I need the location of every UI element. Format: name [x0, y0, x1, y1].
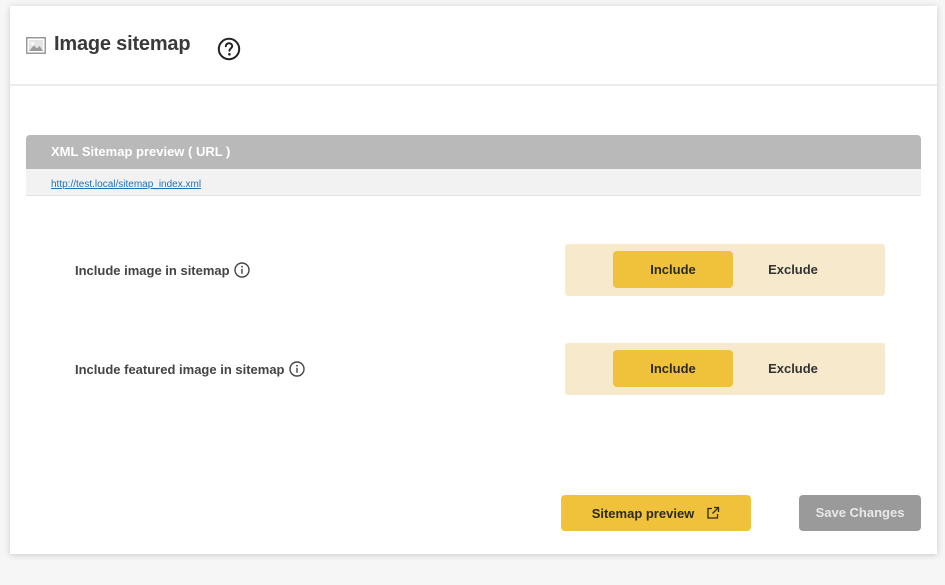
exclude-option[interactable]: Exclude — [733, 251, 853, 288]
setting-label-text: Include image in sitemap — [75, 262, 230, 278]
setting-include-featured-image: Include featured image in sitemap Includ… — [10, 343, 937, 395]
include-exclude-toggle: Include Exclude — [565, 343, 885, 395]
setting-label-text: Include featured image in sitemap — [75, 361, 285, 377]
sitemap-preview-label: Sitemap preview — [591, 505, 695, 521]
sitemap-preview-box: XML Sitemap preview ( URL ) http://test.… — [26, 135, 921, 196]
save-changes-button[interactable]: Save Changes — [799, 495, 921, 531]
sitemap-preview-button[interactable]: Sitemap preview — [561, 495, 751, 531]
setting-label: Include featured image in sitemap — [75, 361, 305, 377]
include-option[interactable]: Include — [613, 350, 733, 387]
preview-body: http://test.local/sitemap_index.xml — [26, 169, 921, 196]
external-link-icon — [707, 506, 720, 519]
setting-include-image: Include image in sitemap Include Exclude — [10, 244, 937, 296]
info-icon[interactable] — [288, 361, 305, 377]
settings-card: Image sitemap XML Sitemap preview ( URL … — [10, 6, 937, 554]
sitemap-url-link[interactable]: http://test.local/sitemap_index.xml — [51, 179, 201, 190]
preview-heading: XML Sitemap preview ( URL ) — [26, 135, 921, 169]
setting-label: Include image in sitemap — [75, 262, 250, 278]
panel-header: Image sitemap — [10, 6, 937, 86]
info-icon[interactable] — [233, 262, 250, 278]
include-exclude-toggle: Include Exclude — [565, 244, 885, 296]
question-circle-icon[interactable] — [217, 37, 241, 61]
exclude-option[interactable]: Exclude — [733, 350, 853, 387]
image-icon — [26, 37, 46, 54]
page-title: Image sitemap — [54, 33, 191, 55]
include-option[interactable]: Include — [613, 251, 733, 288]
